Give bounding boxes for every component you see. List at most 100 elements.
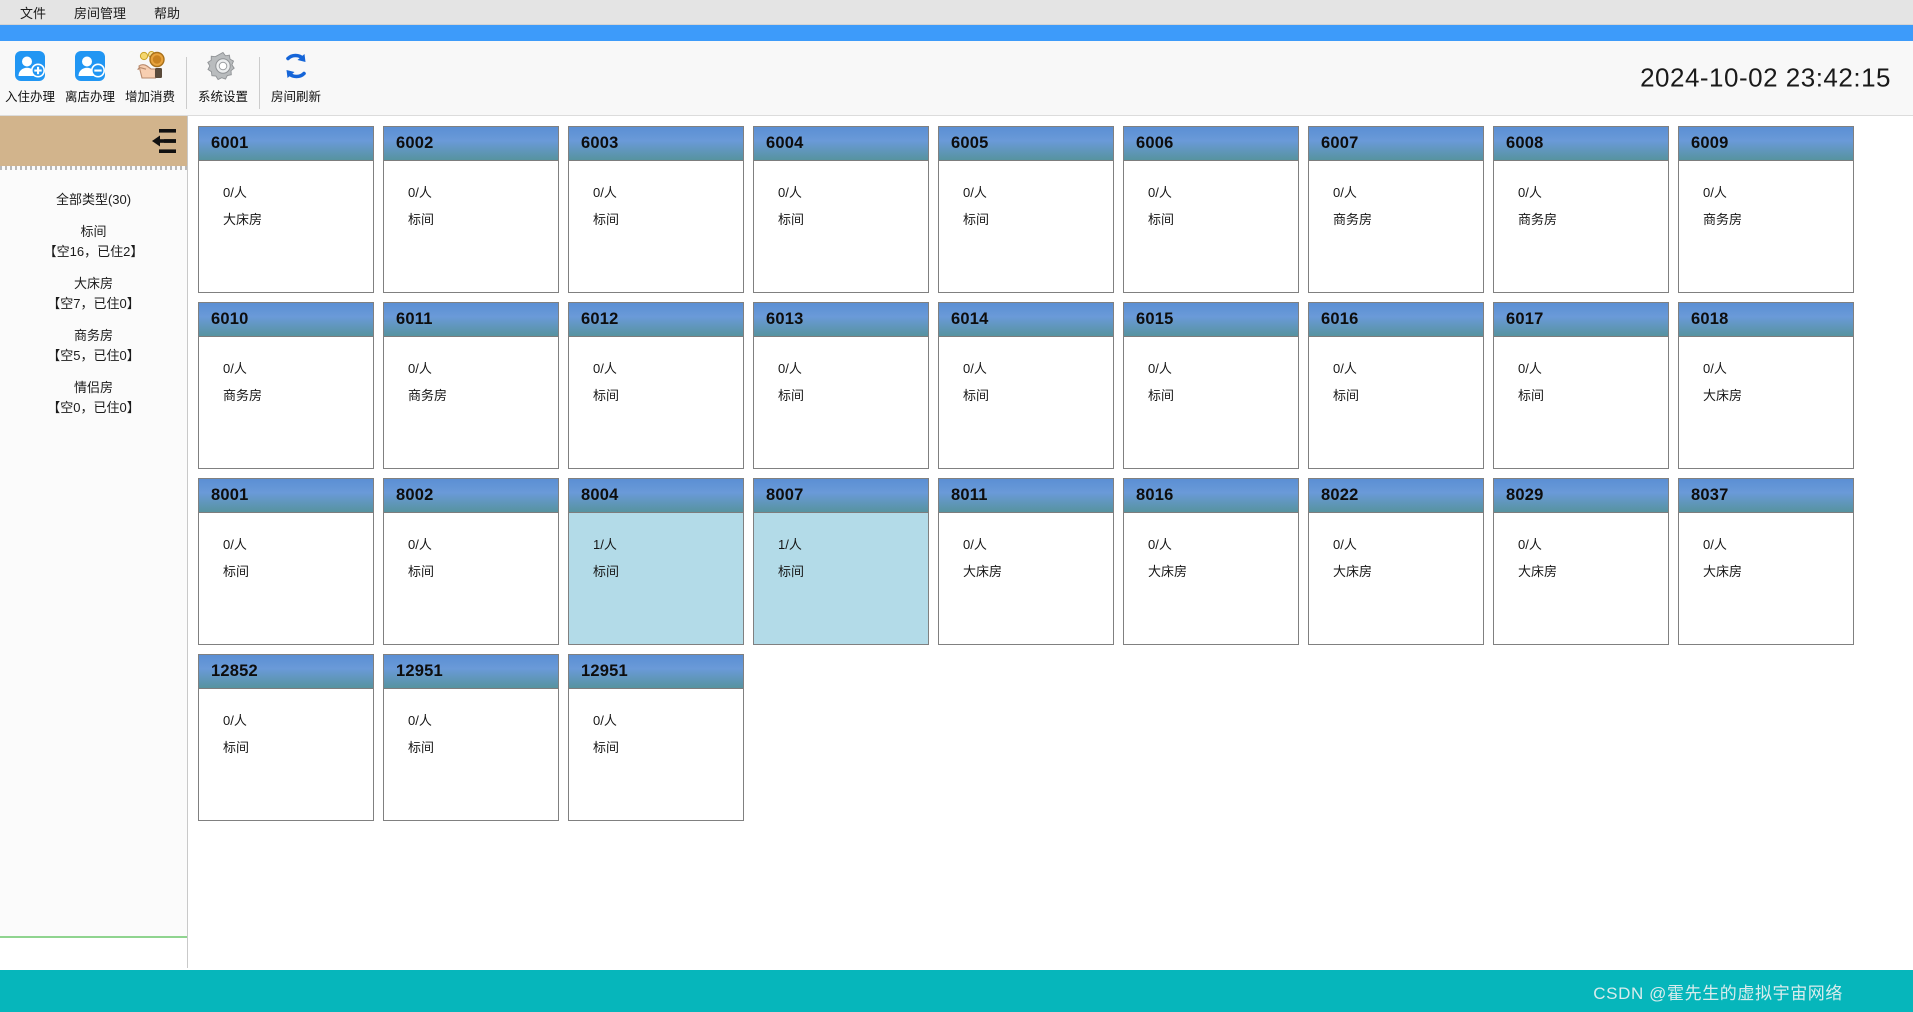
room-card[interactable]: 6006 0/人 标间 [1123,126,1299,293]
room-card-body: 0/人 标间 [1494,337,1668,468]
toolbar-primary-group: 入住办理 离店办理 增加消费 系统设置 房间刷新 [0,41,326,115]
room-card[interactable]: 6013 0/人 标间 [753,302,929,469]
room-type-entry[interactable]: 标间 【空16，已住2】 [0,216,187,268]
menu-bar: 文件 房间管理 帮助 [0,0,1913,25]
room-card-header: 6003 [569,127,743,161]
room-occupancy: 0/人 [778,361,802,376]
room-number: 6003 [581,134,619,152]
room-occupancy: 0/人 [593,361,617,376]
room-card-header: 8002 [384,479,558,513]
room-card-body: 0/人 大床房 [1124,513,1298,644]
room-card-body: 0/人 标间 [384,161,558,292]
room-card-body: 0/人 标间 [199,689,373,820]
room-type-label: 标间 [963,212,990,227]
room-card[interactable]: 6017 0/人 标间 [1493,302,1669,469]
room-card[interactable]: 8016 0/人 大床房 [1123,478,1299,645]
room-card[interactable]: 8002 0/人 标间 [383,478,559,645]
refresh-rooms-button[interactable]: 房间刷新 [266,47,326,105]
room-card[interactable]: 8022 0/人 大床房 [1308,478,1484,645]
room-type-label: 标间 [963,388,990,403]
system-settings-button[interactable]: 系统设置 [193,47,253,105]
room-type-entry[interactable]: 全部类型(30) [0,184,187,216]
room-card-header: 6015 [1124,303,1298,337]
room-card-body: 0/人 大床房 [939,513,1113,644]
main-content: 全部类型(30) 标间 【空16，已住2】 大床房 【空7，已住0】 商务房 【空5，已住0… [0,116,1913,968]
room-occupancy: 0/人 [1518,185,1542,200]
room-card[interactable]: 8037 0/人 大床房 [1678,478,1854,645]
room-card-header: 8007 [754,479,928,513]
room-occupancy: 0/人 [963,537,987,552]
room-card[interactable]: 6015 0/人 标间 [1123,302,1299,469]
room-occupancy: 1/人 [593,537,617,552]
menu-room-management[interactable]: 房间管理 [60,0,140,25]
room-card[interactable]: 6003 0/人 标间 [568,126,744,293]
check-out-button[interactable]: 离店办理 [60,47,120,105]
room-card[interactable]: 6008 0/人 商务房 [1493,126,1669,293]
room-card-body: 0/人 商务房 [1494,161,1668,292]
room-card[interactable]: 12951 0/人 标间 [568,654,744,821]
menu-file[interactable]: 文件 [6,0,60,25]
room-number: 6017 [1506,310,1544,328]
room-card-body: 0/人 标间 [384,513,558,644]
room-occupancy: 0/人 [223,361,247,376]
room-type-name: 商务房 [73,328,113,343]
room-card[interactable]: 6002 0/人 标间 [383,126,559,293]
room-card[interactable]: 6016 0/人 标间 [1308,302,1484,469]
room-occupancy: 0/人 [778,185,802,200]
room-card[interactable]: 6004 0/人标间 [753,126,929,293]
add-consumption-button[interactable]: 增加消费 [120,47,180,105]
room-card[interactable]: 6012 0/人 标间 [568,302,744,469]
room-type-entry[interactable]: 情侣房 【空0，已住0】 [0,372,187,424]
room-number: 12951 [396,662,443,680]
room-card-body: 0/人 标间 [754,337,928,468]
toolbar-button-label: 房间刷新 [270,90,321,104]
room-card[interactable]: 8011 0/人 大床房 [938,478,1114,645]
check-in-button[interactable]: 入住办理 [0,47,60,105]
room-number: 8029 [1506,486,1544,504]
room-type-label: 标间 [1148,212,1175,227]
room-type-label: 标间 [408,564,435,579]
room-number: 8037 [1691,486,1729,504]
room-occupancy: 0/人 [963,361,987,376]
room-card[interactable]: 6018 0/人 大床房 [1678,302,1854,469]
sidebar-tail [0,938,187,968]
room-card[interactable]: 8007 1/人 标间 [753,478,929,645]
room-card[interactable]: 8001 0/人 标间 [198,478,374,645]
collapse-left-icon[interactable] [147,128,177,154]
room-type-entry[interactable]: 大床房 【空7，已住0】 [0,268,187,320]
room-type-label: 大床房 [223,212,263,227]
room-card-body: 0/人 商务房 [384,337,558,468]
room-type-label: 标间 [778,212,805,227]
room-card[interactable]: 8029 0/人 大床房 [1493,478,1669,645]
room-type-label: 商务房 [1333,212,1373,227]
room-card[interactable]: 6014 0/人 标间 [938,302,1114,469]
coin-hand-icon [133,49,167,83]
room-card-header: 6004 [754,127,928,161]
room-card[interactable]: 6005 0/人 标间 [938,126,1114,293]
toolbar-button-label: 入住办理 [4,90,55,104]
room-occupancy: 0/人 [1703,185,1727,200]
room-type-label: 标间 [408,740,435,755]
room-occupancy: 0/人 [1148,185,1172,200]
room-type-name: 情侣房 [73,380,113,395]
room-card[interactable]: 6001 0/人 大床房 [198,126,374,293]
room-card-header: 12852 [199,655,373,689]
room-card[interactable]: 6007 0/人 商务房 [1308,126,1484,293]
room-occupancy: 0/人 [408,185,432,200]
menu-help[interactable]: 帮助 [140,0,194,25]
room-card-body: 0/人 标间 [569,161,743,292]
room-type-entry[interactable]: 商务房【空5，已住0】 [0,320,187,372]
room-grid: 6001 0/人 大床房 6002 0/人 标间 6003 0/人 标间 6004 0/人 标间 600… [198,126,1903,821]
room-card[interactable]: 12852 0/人 标间 [198,654,374,821]
room-card[interactable]: 6011 0/人 商务房 [383,302,559,469]
room-card[interactable]: 12951 0/人 标间 [383,654,559,821]
room-card[interactable]: 6009 0/人 商务房 [1678,126,1854,293]
room-card-body: 0/人 标间 [569,337,743,468]
room-type-label: 商务房 [408,388,448,403]
room-card-header: 6017 [1494,303,1668,337]
room-card[interactable]: 6010 0/人 商务房 [198,302,374,469]
room-number: 6009 [1691,134,1729,152]
room-type-stat: 【空5，已住0】 [47,348,140,363]
room-card-header: 12951 [384,655,558,689]
room-card[interactable]: 8004 1/人 标间 [568,478,744,645]
